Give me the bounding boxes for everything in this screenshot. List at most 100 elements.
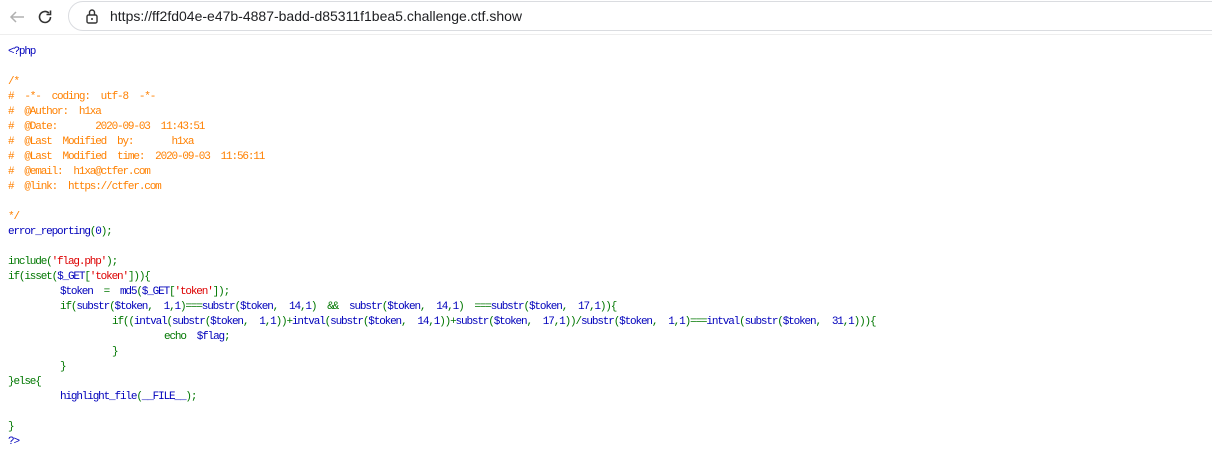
code-line: */ — [8, 210, 875, 225]
code-string: 'flag.php' — [51, 256, 108, 268]
code-identifier: $_GET — [141, 286, 170, 298]
code-keyword: ))/ — [564, 316, 583, 328]
code-line: # @Last Modified by: h1xa — [8, 135, 875, 150]
code-keyword: ]); — [212, 286, 231, 298]
code-line: include('flag.php'); — [8, 255, 875, 270]
browser-toolbar: https://ff2fd04e-e47b-4887-badd-d85311f1… — [0, 0, 1212, 34]
code-identifier: <?php — [8, 46, 36, 58]
code-identifier: error_reporting — [8, 226, 91, 238]
code-identifier: substr — [490, 301, 525, 313]
code-identifier: ?> — [8, 436, 20, 448]
code-identifier: $token — [782, 316, 817, 328]
code-identifier: substr — [455, 316, 490, 328]
back-button[interactable] — [5, 5, 29, 29]
code-line: # @Date: 2020-09-03 11:43:51 — [8, 120, 875, 135]
code-comment: # @Last Modified by: h1xa — [8, 136, 194, 148]
code-keyword: , — [561, 301, 579, 313]
code-keyword: } — [8, 421, 15, 433]
code-line: # @Last Modified time: 2020-09-03 11:56:… — [8, 150, 875, 165]
code-comment: # @link: https://ctfer.com — [8, 181, 162, 193]
code-comment: # @email: h1xa@ctfer.com — [8, 166, 151, 178]
code-identifier: $token — [114, 301, 149, 313]
url-text[interactable]: https://ff2fd04e-e47b-4887-badd-d85311f1… — [110, 8, 522, 24]
code-line: } — [8, 360, 875, 375]
code-comment: /* — [8, 76, 20, 88]
code-line: } — [8, 345, 875, 360]
code-identifier: $flag — [196, 331, 225, 343]
lock-icon[interactable] — [85, 8, 99, 24]
code-keyword: ); — [185, 391, 197, 403]
code-comment: # @Last Modified time: 2020-09-03 11:56:… — [8, 151, 265, 163]
code-identifier: 17 — [542, 316, 555, 328]
code-line: } — [8, 420, 875, 435]
code-line: # @email: h1xa@ctfer.com — [8, 165, 875, 180]
code-identifier: $token — [528, 301, 563, 313]
php-source-code: <?php /* # -*- coding: utf-8 -*- # @Author:… — [8, 45, 877, 450]
code-identifier: substr — [201, 301, 236, 313]
page-content: <?php /* # -*- coding: utf-8 -*- # @Author:… — [0, 34, 1212, 460]
code-line: highlight_file(__FILE__); — [8, 390, 875, 405]
code-keyword: ) === — [458, 301, 492, 313]
code-keyword: } — [112, 346, 119, 358]
code-keyword: ); — [106, 256, 118, 268]
code-identifier: $token — [619, 316, 653, 328]
code-keyword: , — [526, 316, 543, 328]
code-line: ?> — [8, 435, 875, 450]
code-keyword: , — [242, 316, 260, 328]
code-line: if((intval(substr($token, 1,1))+intval(s… — [8, 315, 877, 330]
code-keyword: )=== — [684, 316, 708, 328]
code-keyword: if(( — [112, 316, 135, 328]
code-keyword: ))+ — [275, 316, 294, 328]
code-identifier: $token — [387, 301, 421, 313]
code-identifier: 31 — [831, 316, 844, 328]
code-identifier: $token — [368, 316, 402, 328]
reload-button[interactable] — [33, 5, 57, 29]
code-identifier: 14 — [417, 316, 429, 328]
code-keyword: , — [401, 316, 418, 328]
code-line: # @link: https://ctfer.com — [8, 180, 875, 195]
code-keyword: )){ — [599, 301, 618, 313]
code-identifier: intval — [133, 316, 168, 328]
code-identifier: md5 — [119, 286, 138, 298]
code-identifier: 14 — [289, 301, 301, 313]
code-comment: # -*- coding: utf-8 -*- — [8, 91, 156, 103]
code-keyword: , — [147, 301, 164, 313]
code-string: 'token' — [174, 286, 214, 298]
code-identifier: 17 — [578, 301, 590, 313]
code-comment: # @Author: h1xa — [8, 106, 102, 118]
code-identifier: $_GET — [57, 271, 85, 283]
code-identifier: substr — [349, 301, 383, 313]
code-identifier: substr — [171, 316, 206, 328]
code-keyword: , — [419, 301, 437, 313]
code-line: $token = md5($_GET['token']); — [8, 285, 875, 300]
arrow-left-icon — [9, 11, 24, 23]
code-keyword: ))+ — [439, 316, 457, 328]
code-identifier: substr — [330, 316, 364, 328]
code-line: if(isset($_GET['token'])){ — [8, 270, 875, 285]
code-keyword: ); — [100, 226, 113, 238]
code-line: error_reporting(0); — [8, 225, 875, 240]
code-line: # @Author: h1xa — [8, 105, 875, 120]
code-identifier: substr — [580, 316, 615, 328]
code-keyword: , — [815, 316, 832, 328]
code-line: if(substr($token, 1,1)===substr($token, … — [8, 300, 875, 315]
code-line: <?php — [8, 45, 875, 60]
code-keyword: if( — [60, 301, 78, 313]
address-bar[interactable]: https://ff2fd04e-e47b-4887-badd-d85311f1… — [68, 1, 1212, 31]
code-comment: # @Date: 2020-09-03 11:43:51 — [8, 121, 205, 133]
code-line: echo $flag; — [8, 330, 875, 345]
code-keyword: } — [60, 361, 67, 373]
code-keyword: ))){ — [853, 316, 877, 328]
code-identifier: substr — [744, 316, 779, 328]
code-line: }else{ — [8, 375, 875, 390]
code-keyword: , — [272, 301, 290, 313]
reload-icon — [38, 10, 52, 24]
code-keyword: ])){ — [127, 271, 151, 283]
code-keyword: ; — [223, 331, 231, 343]
code-identifier: intval — [291, 316, 326, 328]
code-identifier: $token — [210, 316, 244, 328]
code-identifier: $token — [239, 301, 274, 313]
